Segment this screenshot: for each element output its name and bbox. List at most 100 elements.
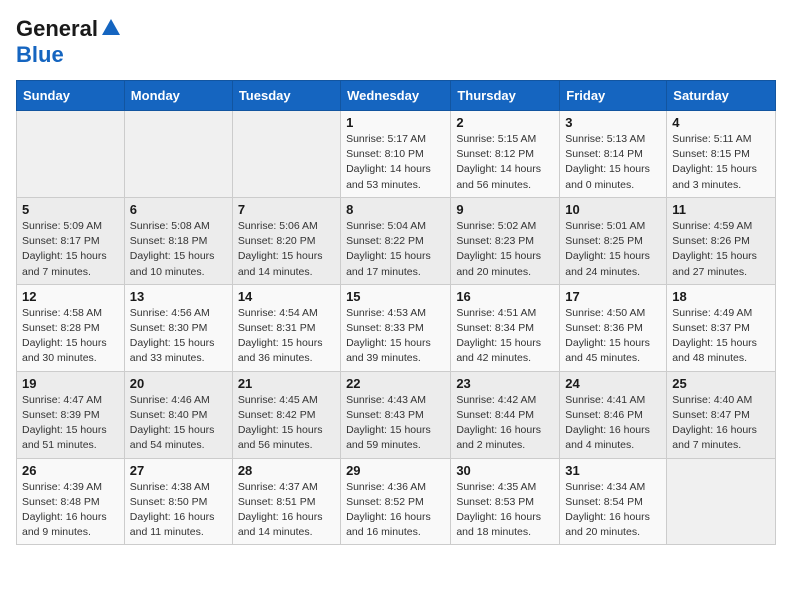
day-info: Sunrise: 5:06 AMSunset: 8:20 PMDaylight:… — [238, 219, 335, 280]
day-info: Sunrise: 4:41 AMSunset: 8:46 PMDaylight:… — [565, 393, 661, 454]
day-number: 25 — [672, 376, 770, 391]
calendar-header-saturday: Saturday — [667, 81, 776, 111]
day-number: 10 — [565, 202, 661, 217]
calendar-cell: 6 Sunrise: 5:08 AMSunset: 8:18 PMDaylight… — [124, 197, 232, 284]
calendar-cell: 16 Sunrise: 4:51 AMSunset: 8:34 PMDayligh… — [451, 284, 560, 371]
calendar-cell — [667, 458, 776, 545]
calendar-week-2: 5 Sunrise: 5:09 AMSunset: 8:17 PMDaylight… — [17, 197, 776, 284]
logo: General Blue — [16, 16, 122, 68]
calendar-cell: 25 Sunrise: 4:40 AMSunset: 8:47 PMDayligh… — [667, 371, 776, 458]
calendar-week-4: 19 Sunrise: 4:47 AMSunset: 8:39 PMDayligh… — [17, 371, 776, 458]
day-info: Sunrise: 4:40 AMSunset: 8:47 PMDaylight:… — [672, 393, 770, 454]
day-info: Sunrise: 4:47 AMSunset: 8:39 PMDaylight:… — [22, 393, 119, 454]
calendar-cell: 4 Sunrise: 5:11 AMSunset: 8:15 PMDaylight… — [667, 111, 776, 198]
calendar-cell: 5 Sunrise: 5:09 AMSunset: 8:17 PMDaylight… — [17, 197, 125, 284]
calendar-cell: 15Sunrise: 4:53 AMSunset: 8:33 PMDayligh… — [341, 284, 451, 371]
calendar-cell: 21 Sunrise: 4:45 AMSunset: 8:42 PMDayligh… — [232, 371, 340, 458]
calendar-cell: 29 Sunrise: 4:36 AMSunset: 8:52 PMDayligh… — [341, 458, 451, 545]
calendar-cell: 22 Sunrise: 4:43 AMSunset: 8:43 PMDayligh… — [341, 371, 451, 458]
day-info: Sunrise: 4:38 AMSunset: 8:50 PMDaylight:… — [130, 480, 227, 541]
day-info: Sunrise: 5:08 AMSunset: 8:18 PMDaylight:… — [130, 219, 227, 280]
calendar-cell: 26 Sunrise: 4:39 AMSunset: 8:48 PMDayligh… — [17, 458, 125, 545]
day-number: 17 — [565, 289, 661, 304]
calendar-cell: 3 Sunrise: 5:13 AMSunset: 8:14 PMDaylight… — [560, 111, 667, 198]
calendar-cell — [124, 111, 232, 198]
logo-icon — [100, 17, 122, 39]
calendar-cell: 28 Sunrise: 4:37 AMSunset: 8:51 PMDayligh… — [232, 458, 340, 545]
day-number: 13 — [130, 289, 227, 304]
day-info: Sunrise: 4:51 AMSunset: 8:34 PMDaylight:… — [456, 306, 554, 367]
day-info: Sunrise: 5:13 AMSunset: 8:14 PMDaylight:… — [565, 132, 661, 193]
calendar-week-5: 26 Sunrise: 4:39 AMSunset: 8:48 PMDayligh… — [17, 458, 776, 545]
day-number: 6 — [130, 202, 227, 217]
day-info: Sunrise: 4:56 AMSunset: 8:30 PMDaylight:… — [130, 306, 227, 367]
calendar-cell: 14 Sunrise: 4:54 AMSunset: 8:31 PMDayligh… — [232, 284, 340, 371]
calendar-cell: 20Sunrise: 4:46 AMSunset: 8:40 PMDayligh… — [124, 371, 232, 458]
day-info: Sunrise: 4:49 AMSunset: 8:37 PMDaylight:… — [672, 306, 770, 367]
calendar-cell: 30 Sunrise: 4:35 AMSunset: 8:53 PMDayligh… — [451, 458, 560, 545]
day-number: 14 — [238, 289, 335, 304]
calendar-cell: 27 Sunrise: 4:38 AMSunset: 8:50 PMDayligh… — [124, 458, 232, 545]
logo-general: General — [16, 16, 98, 42]
day-info: Sunrise: 4:53 AMSunset: 8:33 PMDaylight:… — [346, 306, 445, 367]
day-info: Sunrise: 4:35 AMSunset: 8:53 PMDaylight:… — [456, 480, 554, 541]
calendar-header-thursday: Thursday — [451, 81, 560, 111]
day-info: Sunrise: 4:54 AMSunset: 8:31 PMDaylight:… — [238, 306, 335, 367]
calendar-cell: 13 Sunrise: 4:56 AMSunset: 8:30 PMDayligh… — [124, 284, 232, 371]
calendar-cell: 11 Sunrise: 4:59 AMSunset: 8:26 PMDayligh… — [667, 197, 776, 284]
calendar-week-1: 1 Sunrise: 5:17 AMSunset: 8:10 PMDaylight… — [17, 111, 776, 198]
day-number: 8 — [346, 202, 445, 217]
day-info: Sunrise: 5:01 AMSunset: 8:25 PMDaylight:… — [565, 219, 661, 280]
day-number: 4 — [672, 115, 770, 130]
day-info: Sunrise: 5:04 AMSunset: 8:22 PMDaylight:… — [346, 219, 445, 280]
day-info: Sunrise: 4:43 AMSunset: 8:43 PMDaylight:… — [346, 393, 445, 454]
day-number: 1 — [346, 115, 445, 130]
day-info: Sunrise: 4:36 AMSunset: 8:52 PMDaylight:… — [346, 480, 445, 541]
day-info: Sunrise: 4:34 AMSunset: 8:54 PMDaylight:… — [565, 480, 661, 541]
day-number: 23 — [456, 376, 554, 391]
calendar-cell: 31 Sunrise: 4:34 AMSunset: 8:54 PMDayligh… — [560, 458, 667, 545]
day-number: 2 — [456, 115, 554, 130]
day-info: Sunrise: 4:50 AMSunset: 8:36 PMDaylight:… — [565, 306, 661, 367]
calendar-cell — [232, 111, 340, 198]
day-number: 24 — [565, 376, 661, 391]
calendar-cell: 18Sunrise: 4:49 AMSunset: 8:37 PMDayligh… — [667, 284, 776, 371]
day-info: Sunrise: 4:37 AMSunset: 8:51 PMDaylight:… — [238, 480, 335, 541]
day-number: 26 — [22, 463, 119, 478]
day-number: 3 — [565, 115, 661, 130]
calendar-cell: 17 Sunrise: 4:50 AMSunset: 8:36 PMDayligh… — [560, 284, 667, 371]
day-number: 21 — [238, 376, 335, 391]
calendar-cell: 10 Sunrise: 5:01 AMSunset: 8:25 PMDayligh… — [560, 197, 667, 284]
day-number: 11 — [672, 202, 770, 217]
calendar-header-tuesday: Tuesday — [232, 81, 340, 111]
calendar-table: SundayMondayTuesdayWednesdayThursdayFrid… — [16, 80, 776, 545]
day-info: Sunrise: 5:11 AMSunset: 8:15 PMDaylight:… — [672, 132, 770, 193]
day-number: 29 — [346, 463, 445, 478]
calendar-week-3: 12 Sunrise: 4:58 AMSunset: 8:28 PMDayligh… — [17, 284, 776, 371]
day-number: 22 — [346, 376, 445, 391]
day-info: Sunrise: 5:17 AMSunset: 8:10 PMDaylight:… — [346, 132, 445, 193]
day-number: 16 — [456, 289, 554, 304]
day-info: Sunrise: 5:09 AMSunset: 8:17 PMDaylight:… — [22, 219, 119, 280]
day-info: Sunrise: 4:39 AMSunset: 8:48 PMDaylight:… — [22, 480, 119, 541]
day-number: 7 — [238, 202, 335, 217]
day-number: 31 — [565, 463, 661, 478]
day-info: Sunrise: 4:58 AMSunset: 8:28 PMDaylight:… — [22, 306, 119, 367]
calendar-cell: 1 Sunrise: 5:17 AMSunset: 8:10 PMDaylight… — [341, 111, 451, 198]
day-info: Sunrise: 5:02 AMSunset: 8:23 PMDaylight:… — [456, 219, 554, 280]
day-number: 27 — [130, 463, 227, 478]
day-number: 28 — [238, 463, 335, 478]
day-number: 30 — [456, 463, 554, 478]
calendar-cell: 2Sunrise: 5:15 AMSunset: 8:12 PMDaylight… — [451, 111, 560, 198]
day-info: Sunrise: 4:59 AMSunset: 8:26 PMDaylight:… — [672, 219, 770, 280]
day-number: 12 — [22, 289, 119, 304]
day-number: 5 — [22, 202, 119, 217]
calendar-cell: 19 Sunrise: 4:47 AMSunset: 8:39 PMDayligh… — [17, 371, 125, 458]
calendar-cell: 23Sunrise: 4:42 AMSunset: 8:44 PMDayligh… — [451, 371, 560, 458]
day-number: 19 — [22, 376, 119, 391]
logo-blue: Blue — [16, 42, 64, 67]
calendar-header-row: SundayMondayTuesdayWednesdayThursdayFrid… — [17, 81, 776, 111]
day-info: Sunrise: 4:45 AMSunset: 8:42 PMDaylight:… — [238, 393, 335, 454]
calendar-header-monday: Monday — [124, 81, 232, 111]
day-number: 9 — [456, 202, 554, 217]
